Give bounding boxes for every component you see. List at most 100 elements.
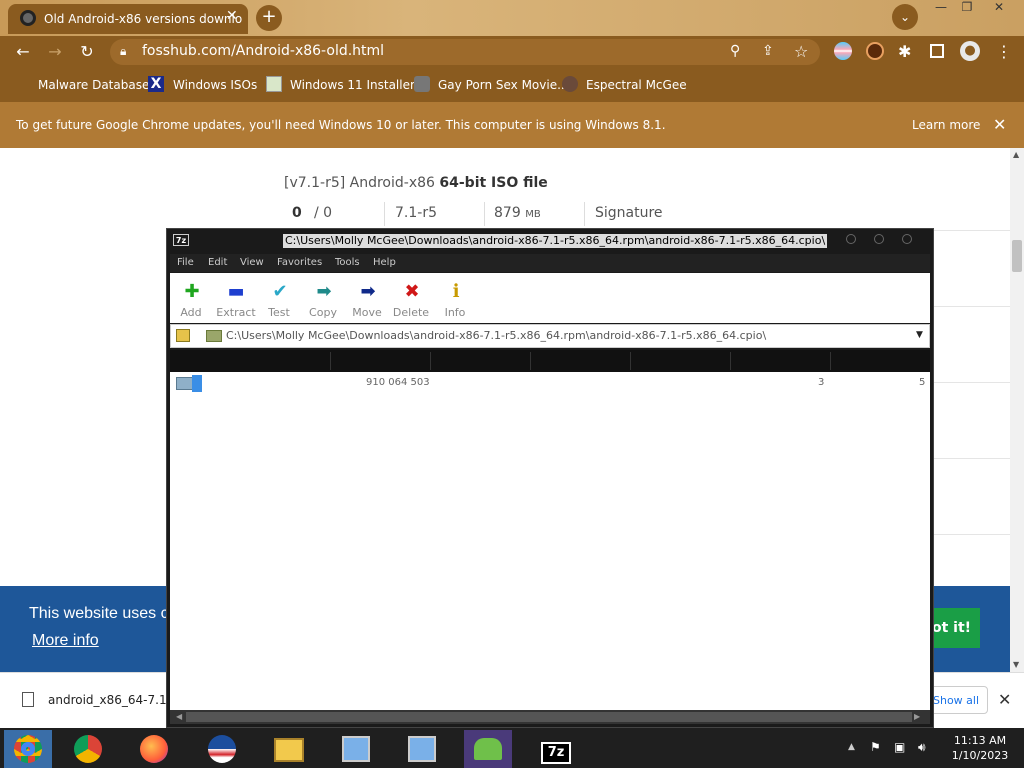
column-divider	[530, 352, 531, 370]
firefox-icon[interactable]	[130, 730, 178, 768]
share-icon[interactable]: ⇪	[762, 43, 774, 59]
clock[interactable]: 11:13 AM 1/10/2023	[948, 733, 1012, 763]
delete-button[interactable]: Delete	[389, 306, 433, 319]
size-unit: MB	[525, 209, 541, 220]
address-bar[interactable]: fosshub.com/Android-x86-old.html	[110, 39, 820, 65]
extract-button[interactable]: Extract	[214, 306, 258, 319]
extensions-puzzle-icon[interactable]: ✱	[898, 42, 911, 61]
update-infobar: To get future Google Chrome updates, you…	[0, 102, 1024, 148]
add-icon[interactable]: ✚	[170, 281, 214, 302]
bookmark-icon	[16, 76, 32, 92]
signature-link[interactable]: Signature	[595, 205, 663, 221]
file-heading-bold: 64-bit ISO file	[439, 175, 548, 191]
7zip-close-icon[interactable]	[902, 234, 912, 244]
bookmark-espectral-mcgee[interactable]: Espectral McGee	[586, 78, 687, 92]
more-info-link[interactable]: More info	[32, 632, 99, 650]
test-button[interactable]: Test	[257, 306, 301, 319]
volume-icon[interactable]: 🔊︎	[918, 740, 926, 755]
obama-icon[interactable]	[198, 730, 246, 768]
tab-active[interactable]: Old Android-x86 versions downlo	[8, 4, 248, 34]
learn-more-link[interactable]: Learn more	[912, 118, 980, 132]
size-text: 879 MB	[494, 205, 541, 221]
lock-icon[interactable]: 🔒︎	[120, 44, 126, 59]
tab-close-icon[interactable]: ✕	[226, 8, 238, 24]
folder-icon	[206, 330, 222, 342]
extract-icon[interactable]: ▬	[214, 281, 258, 302]
bookmark-windows-11-installer[interactable]: Windows 11 Installer	[290, 78, 415, 92]
bookmark-windows-isos[interactable]: Windows ISOs	[173, 78, 257, 92]
chrome-icon[interactable]	[64, 730, 112, 768]
info-icon[interactable]: ℹ	[434, 281, 478, 302]
scroll-thumb[interactable]	[1012, 240, 1022, 272]
votes-total: / 0	[314, 205, 333, 221]
tray-overflow-icon[interactable]: ▲	[848, 742, 855, 752]
info-button[interactable]: Info	[433, 306, 477, 319]
add-button[interactable]: Add	[169, 306, 213, 319]
chrome-taskbar-icon[interactable]	[4, 730, 52, 768]
menu-tools[interactable]: Tools	[335, 257, 360, 268]
search-icon[interactable]: ⚲	[730, 43, 740, 59]
up-folder-icon[interactable]	[176, 329, 190, 342]
installer-icon[interactable]	[332, 730, 380, 768]
reload-icon[interactable]: ↻	[76, 42, 98, 61]
menu-help[interactable]: Help	[373, 257, 396, 268]
bookmark-malware-database[interactable]: Malware Database	[38, 78, 149, 92]
new-tab-button[interactable]: +	[256, 5, 282, 31]
move-button[interactable]: Move	[345, 306, 389, 319]
minimize-icon[interactable]: —	[928, 0, 954, 18]
scroll-right-icon[interactable]: ▶	[914, 712, 920, 721]
divider	[584, 202, 585, 226]
installer-icon[interactable]	[398, 730, 446, 768]
tab-search-button[interactable]: ⌄	[892, 4, 918, 30]
move-icon[interactable]: ➡	[346, 281, 390, 302]
download-bar-close-icon[interactable]: ✕	[998, 690, 1011, 709]
file-heading-prefix: [v7.1-r5] Android-x86	[284, 175, 440, 191]
back-icon[interactable]: ←	[12, 42, 34, 61]
scroll-up-icon[interactable]: ▲	[1013, 150, 1019, 159]
profile-icon[interactable]: ●	[960, 41, 980, 61]
cookie-text: This website uses c	[29, 605, 169, 622]
flag-icon[interactable]: ⚑	[870, 740, 881, 754]
7zip-file-list	[170, 372, 930, 710]
7zip-taskbar-icon[interactable]: 7z	[532, 730, 580, 768]
menu-favorites[interactable]: Favorites	[277, 257, 322, 268]
menu-view[interactable]: View	[240, 257, 264, 268]
selected-name-cell[interactable]	[192, 375, 202, 392]
copy-button[interactable]: Copy	[301, 306, 345, 319]
path-dropdown-icon[interactable]: ▼	[916, 330, 923, 340]
close-window-icon[interactable]: ✕	[986, 0, 1012, 18]
infobar-close-icon[interactable]: ✕	[993, 115, 1006, 134]
bookmark-star-icon[interactable]: ☆	[794, 42, 808, 61]
tab-title: Old Android-x86 versions downlo	[44, 12, 243, 26]
bookmark-movie[interactable]: Gay Porn Sex Movie...	[438, 78, 569, 92]
scroll-down-icon[interactable]: ▼	[1013, 660, 1019, 669]
menu-edit[interactable]: Edit	[208, 257, 227, 268]
7zip-minimize-icon[interactable]	[846, 234, 856, 244]
delete-icon[interactable]: ✖	[390, 281, 434, 302]
7zip-title: C:\Users\Molly McGee\Downloads\android-x…	[283, 234, 828, 248]
file-explorer-icon[interactable]	[265, 730, 313, 768]
scroll-thumb-h[interactable]	[186, 712, 912, 722]
extension-avatar-icon[interactable]	[866, 42, 884, 60]
size-number: 879	[494, 205, 521, 221]
menu-file[interactable]: File	[177, 257, 194, 268]
network-icon[interactable]: ▣	[894, 740, 905, 754]
download-item[interactable]: android_x86_64-7.1...	[48, 693, 178, 707]
row-divider	[932, 458, 1010, 459]
7zip-maximize-icon[interactable]	[874, 234, 884, 244]
clock-date: 1/10/2023	[951, 749, 1009, 762]
page-scrollbar[interactable]	[1010, 148, 1024, 672]
restore-icon[interactable]: ❐	[954, 0, 980, 18]
copy-icon[interactable]: ➡	[302, 281, 346, 302]
show-all-button[interactable]: Show all	[926, 686, 988, 714]
menu-kebab-icon[interactable]: ⋮	[996, 42, 1012, 61]
test-icon[interactable]: ✔	[258, 281, 302, 302]
row-size: 910 064 503	[366, 377, 430, 388]
scroll-left-icon[interactable]: ◀	[176, 712, 182, 721]
forward-icon[interactable]: →	[44, 42, 66, 61]
side-panel-icon[interactable]	[930, 44, 944, 58]
votes-up[interactable]: 0	[292, 205, 302, 221]
users-icon[interactable]	[464, 730, 512, 768]
7zip-column-header[interactable]	[170, 350, 930, 372]
extension-flag-icon[interactable]	[834, 42, 852, 60]
